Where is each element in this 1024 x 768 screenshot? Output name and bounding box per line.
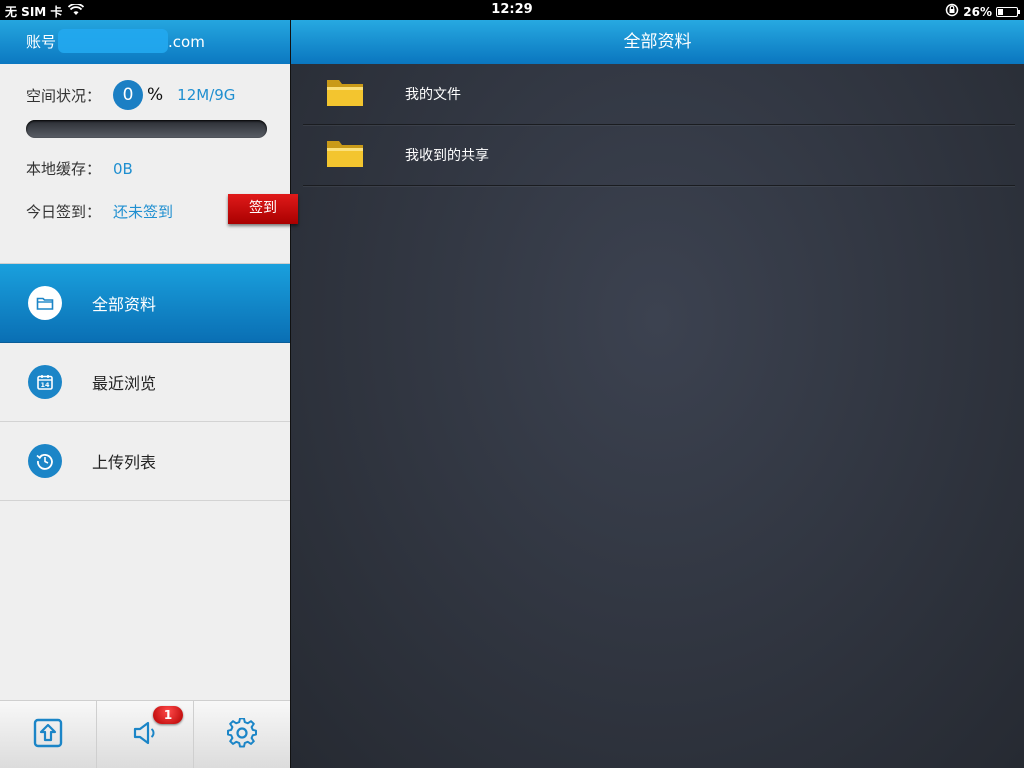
gear-icon bbox=[227, 716, 257, 752]
svg-text:14: 14 bbox=[40, 381, 50, 389]
space-label: 空间状况： bbox=[26, 86, 102, 105]
account-label: 账号 bbox=[26, 33, 57, 51]
battery-percent: 26% bbox=[963, 4, 992, 19]
main-panel: 全部资料 我的文件 我收到的共享 bbox=[290, 20, 1024, 768]
checkin-button[interactable]: 签到 bbox=[228, 194, 298, 224]
cache-value: 0B bbox=[113, 159, 133, 178]
account-bar: 账号 .com bbox=[0, 20, 290, 64]
sidebar-tabbar: 1 bbox=[0, 700, 290, 768]
cache-row: 本地缓存： 0B bbox=[26, 158, 133, 179]
sidebar-item-label: 全部资料 bbox=[92, 295, 157, 314]
account-suffix: .com bbox=[168, 33, 205, 51]
notice-tab[interactable]: 1 bbox=[97, 701, 194, 768]
folder-icon bbox=[28, 286, 62, 320]
list-item[interactable]: 我收到的共享 bbox=[303, 125, 1015, 186]
space-usage: 12M/9G bbox=[177, 86, 236, 104]
checkin-row: 今日签到： 还未签到 bbox=[26, 201, 173, 222]
sidebar-item-recent[interactable]: 14 最近浏览 bbox=[0, 343, 290, 422]
space-percent-circle: 0 bbox=[113, 80, 144, 110]
calendar-icon: 14 bbox=[28, 365, 62, 399]
checkin-status: 还未签到 bbox=[113, 203, 174, 221]
battery-group: 26% bbox=[945, 3, 1020, 20]
account-info-panel: 空间状况： 0 % 12M/9G 本地缓存： 0B 今日签到： 还未签到 bbox=[0, 64, 290, 264]
file-name: 我的文件 bbox=[405, 87, 461, 103]
page-title: 全部资料 bbox=[291, 20, 1024, 64]
battery-icon bbox=[996, 6, 1020, 17]
file-list: 我的文件 我收到的共享 bbox=[303, 64, 1015, 186]
space-progress-bar bbox=[26, 120, 267, 138]
battery-fill bbox=[998, 8, 1004, 15]
clock: 12:29 bbox=[491, 2, 533, 17]
folder-icon bbox=[325, 76, 365, 112]
list-item[interactable]: 我的文件 bbox=[303, 64, 1015, 125]
folder-icon bbox=[325, 137, 365, 173]
cache-label: 本地缓存： bbox=[26, 160, 102, 178]
upload-tab[interactable] bbox=[0, 701, 97, 768]
sidebar-item-uploads[interactable]: 上传列表 bbox=[0, 422, 290, 501]
sidebar: 账号 .com 空间状况： 0 % 12M/9G 本地缓存： 0B 今日签到： … bbox=[0, 20, 290, 768]
sidebar-item-label: 上传列表 bbox=[92, 453, 157, 472]
settings-tab[interactable] bbox=[194, 701, 290, 768]
speaker-icon bbox=[131, 719, 159, 751]
sidebar-item-label: 最近浏览 bbox=[92, 374, 157, 393]
status-bar: 无 SIM 卡 12:29 26% bbox=[0, 0, 1024, 20]
space-status-row: 空间状况： 0 % 12M/9G bbox=[26, 80, 235, 110]
checkin-label: 今日签到： bbox=[26, 203, 102, 221]
account-redaction bbox=[58, 29, 168, 53]
percent-sign: % bbox=[147, 85, 164, 105]
upload-icon bbox=[33, 718, 63, 752]
history-icon bbox=[28, 444, 62, 478]
rotation-lock-icon bbox=[945, 3, 959, 20]
sidebar-nav: 全部资料 14 最近浏览 上传列表 bbox=[0, 264, 290, 501]
file-name: 我收到的共享 bbox=[405, 148, 489, 164]
sidebar-item-all-files[interactable]: 全部资料 bbox=[0, 264, 290, 343]
notice-badge: 1 bbox=[153, 706, 183, 724]
